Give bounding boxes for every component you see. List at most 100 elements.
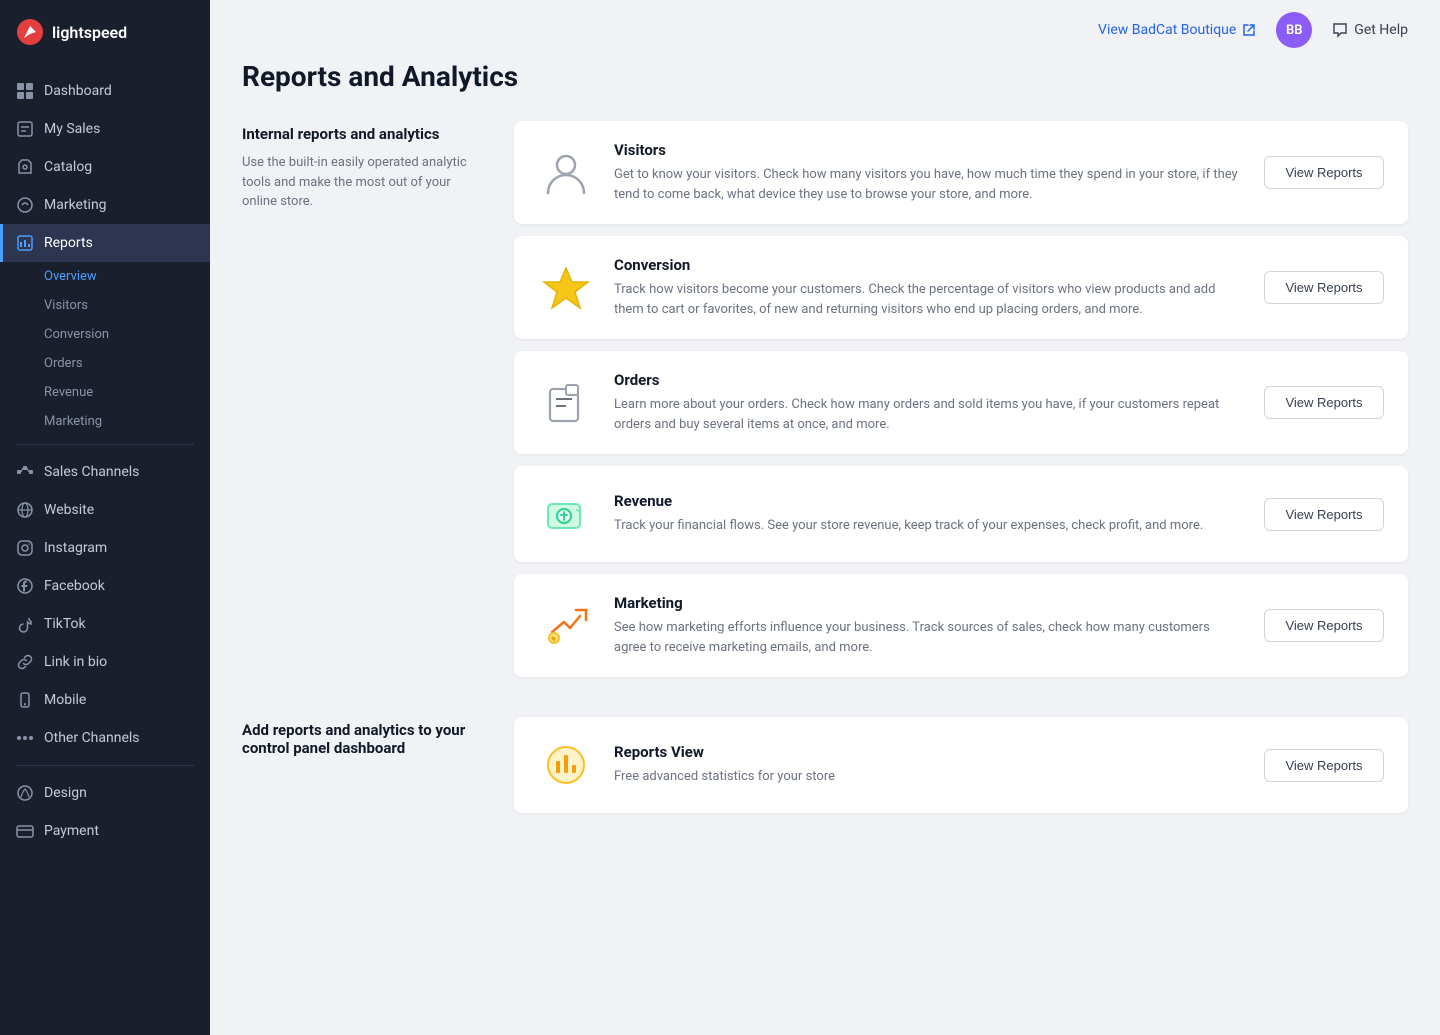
logo-text: lightspeed <box>52 23 127 42</box>
bottom-heading: Add reports and analytics to your contro… <box>242 721 482 757</box>
section-description-text: Use the built-in easily operated analyti… <box>242 153 482 212</box>
view-reports-marketing-button[interactable]: View Reports <box>1264 609 1384 642</box>
marketing-title: Marketing <box>614 594 1244 612</box>
sub-nav-item-orders[interactable]: Orders <box>0 349 210 378</box>
mobile-icon <box>16 691 34 709</box>
orders-icon <box>538 375 594 431</box>
reports-sub-navigation: Overview Visitors Conversion Orders Reve… <box>0 262 210 436</box>
report-cards-list: Visitors Get to know your visitors. Chec… <box>514 121 1408 677</box>
sub-nav-item-marketing[interactable]: Marketing <box>0 407 210 436</box>
sidebar-navigation: Dashboard My Sales Catalog Marketing Rep… <box>0 64 210 1035</box>
marketing-description: See how marketing efforts influence your… <box>614 618 1244 657</box>
catalog-icon <box>16 158 34 176</box>
report-card-visitors: Visitors Get to know your visitors. Chec… <box>514 121 1408 224</box>
sidebar-item-design[interactable]: Design <box>0 774 210 812</box>
topbar: View BadCat Boutique BB Get Help <box>210 0 1440 60</box>
bottom-section-description: Add reports and analytics to your contro… <box>242 717 482 813</box>
sidebar-item-link-in-bio[interactable]: Link in bio <box>0 643 210 681</box>
avatar-initials: BB <box>1286 23 1303 38</box>
report-card-marketing: Marketing See how marketing efforts infl… <box>514 574 1408 677</box>
reports-view-info: Reports View Free advanced statistics fo… <box>614 743 1244 787</box>
sidebar-item-label: Marketing <box>44 197 107 213</box>
view-store-link[interactable]: View BadCat Boutique <box>1098 22 1256 38</box>
sidebar-item-label: Reports <box>44 235 93 251</box>
sidebar-item-label: Instagram <box>44 540 107 556</box>
help-label: Get Help <box>1354 22 1408 38</box>
payment-icon <box>16 822 34 840</box>
revenue-icon <box>538 486 594 542</box>
sidebar-item-label: Mobile <box>44 692 86 708</box>
sidebar-item-label: Facebook <box>44 578 105 594</box>
section-heading: Internal reports and analytics <box>242 125 482 143</box>
sales-icon <box>16 120 34 138</box>
sidebar-item-label: Payment <box>44 823 99 839</box>
sub-nav-item-visitors[interactable]: Visitors <box>0 291 210 320</box>
sidebar-item-dashboard[interactable]: Dashboard <box>0 72 210 110</box>
conversion-description: Track how visitors become your customers… <box>614 280 1244 319</box>
sidebar-divider-2 <box>16 765 194 766</box>
conversion-info: Conversion Track how visitors become you… <box>614 256 1244 319</box>
page-title: Reports and Analytics <box>242 60 1408 93</box>
help-button[interactable]: Get Help <box>1332 22 1408 38</box>
revenue-title: Revenue <box>614 492 1244 510</box>
sidebar-divider-1 <box>16 444 194 445</box>
section-description: Internal reports and analytics Use the b… <box>242 121 482 677</box>
view-store-label: View BadCat Boutique <box>1098 22 1236 38</box>
sidebar-item-instagram[interactable]: Instagram <box>0 529 210 567</box>
reports-icon <box>16 234 34 252</box>
report-card-revenue: Revenue Track your financial flows. See … <box>514 466 1408 562</box>
sub-nav-item-revenue[interactable]: Revenue <box>0 378 210 407</box>
sidebar-item-catalog[interactable]: Catalog <box>0 148 210 186</box>
website-icon <box>16 501 34 519</box>
sidebar-item-label: My Sales <box>44 121 100 137</box>
view-reports-conversion-button[interactable]: View Reports <box>1264 271 1384 304</box>
sub-nav-item-conversion[interactable]: Conversion <box>0 320 210 349</box>
design-icon <box>16 784 34 802</box>
visitors-icon <box>538 145 594 201</box>
visitors-title: Visitors <box>614 141 1244 159</box>
orders-description: Learn more about your orders. Check how … <box>614 395 1244 434</box>
sidebar-item-label: Other Channels <box>44 730 140 746</box>
sidebar-item-website[interactable]: Website <box>0 491 210 529</box>
link-icon <box>16 653 34 671</box>
facebook-icon <box>16 577 34 595</box>
instagram-icon <box>16 539 34 557</box>
reports-view-card: Reports View Free advanced statistics fo… <box>514 717 1408 813</box>
orders-info: Orders Learn more about your orders. Che… <box>614 371 1244 434</box>
marketing-nav-icon <box>16 196 34 214</box>
sidebar-item-label: Website <box>44 502 94 518</box>
visitors-info: Visitors Get to know your visitors. Chec… <box>614 141 1244 204</box>
view-reports-revenue-button[interactable]: View Reports <box>1264 498 1384 531</box>
dashboard-icon <box>16 82 34 100</box>
sidebar-item-label: Sales Channels <box>44 464 139 480</box>
view-reports-view-button[interactable]: View Reports <box>1264 749 1384 782</box>
sidebar-item-reports[interactable]: Reports <box>0 224 210 262</box>
sidebar-item-other-channels[interactable]: Other Channels <box>0 719 210 757</box>
view-reports-orders-button[interactable]: View Reports <box>1264 386 1384 419</box>
sidebar-item-tiktok[interactable]: TikTok <box>0 605 210 643</box>
sidebar-item-my-sales[interactable]: My Sales <box>0 110 210 148</box>
sidebar-item-payment[interactable]: Payment <box>0 812 210 850</box>
sidebar-item-marketing[interactable]: Marketing <box>0 186 210 224</box>
revenue-description: Track your financial flows. See your sto… <box>614 516 1244 536</box>
sidebar: lightspeed Dashboard My Sales Catalog <box>0 0 210 1035</box>
external-link-icon <box>1242 23 1256 37</box>
conversion-title: Conversion <box>614 256 1244 274</box>
channels-icon <box>16 463 34 481</box>
sub-nav-item-overview[interactable]: Overview <box>0 262 210 291</box>
bottom-section: Add reports and analytics to your contro… <box>242 717 1408 813</box>
chat-icon <box>1332 22 1348 38</box>
logo[interactable]: lightspeed <box>0 0 210 64</box>
sidebar-item-sales-channels[interactable]: Sales Channels <box>0 453 210 491</box>
sidebar-item-facebook[interactable]: Facebook <box>0 567 210 605</box>
visitors-description: Get to know your visitors. Check how man… <box>614 165 1244 204</box>
marketing-icon <box>538 598 594 654</box>
sidebar-item-label: Catalog <box>44 159 92 175</box>
avatar[interactable]: BB <box>1276 12 1312 48</box>
conversion-icon <box>538 260 594 316</box>
view-reports-visitors-button[interactable]: View Reports <box>1264 156 1384 189</box>
tiktok-icon <box>16 615 34 633</box>
lightspeed-logo-icon <box>16 18 44 46</box>
sidebar-item-mobile[interactable]: Mobile <box>0 681 210 719</box>
reports-view-subtitle: Free advanced statistics for your store <box>614 767 1244 787</box>
